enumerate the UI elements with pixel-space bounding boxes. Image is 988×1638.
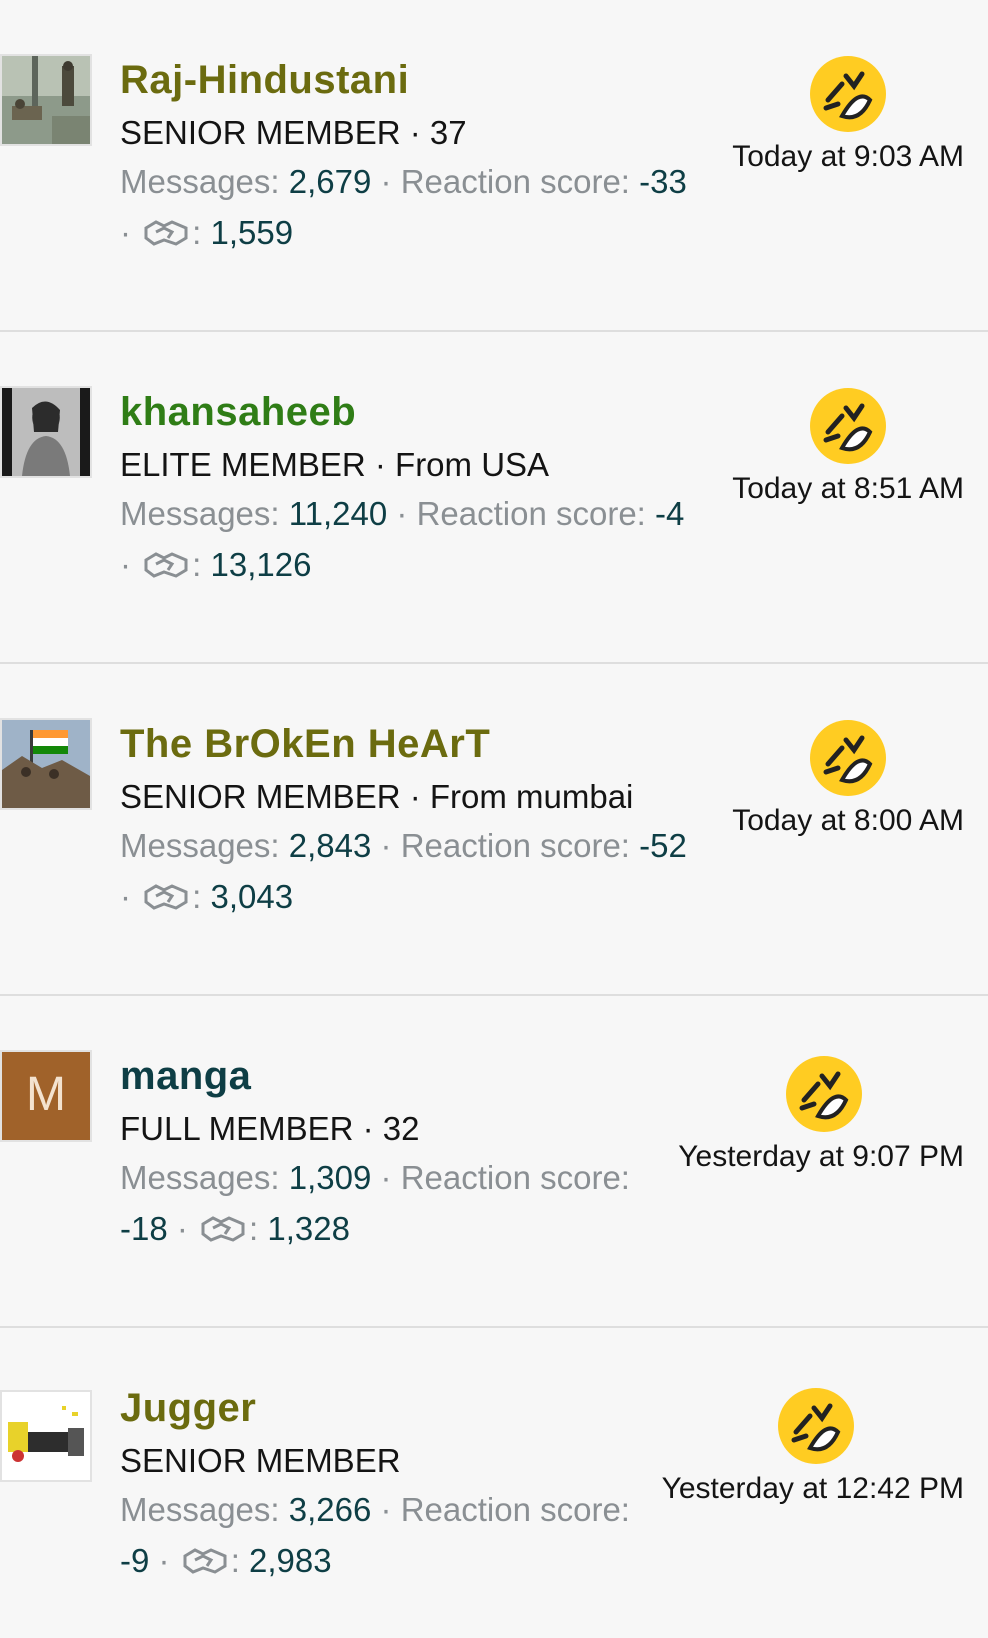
reaction-timestamp[interactable]: Today at 8:51 AM — [732, 472, 964, 506]
colon: : — [230, 1542, 240, 1579]
messages-count: 2,843 — [288, 827, 372, 864]
reaction-score-label: Reaction score: — [400, 827, 630, 864]
reaction-score-label: Reaction score: — [400, 1159, 630, 1196]
separator-dot: · — [380, 1159, 392, 1196]
avatar[interactable] — [0, 54, 92, 146]
username-link[interactable]: The BrOkEn HeArT — [120, 722, 490, 767]
reaction-timestamp[interactable]: Today at 9:03 AM — [732, 140, 964, 174]
user-stats: Messages: 11,240 · Reaction score: -4 · … — [120, 488, 720, 590]
avatar-image — [2, 56, 90, 144]
laughing-emoji-icon[interactable] — [776, 1386, 856, 1466]
separator-dot: · — [158, 1542, 170, 1579]
colon: : — [192, 878, 202, 915]
user-stats: Messages: 1,309 · Reaction score: -18 · … — [120, 1152, 660, 1254]
reaction-score-value: -18 — [120, 1210, 168, 1247]
messages-label: Messages: — [120, 495, 280, 532]
handshake-icon — [183, 1548, 227, 1574]
reaction-timestamp[interactable]: Yesterday at 12:42 PM — [662, 1472, 964, 1506]
handshake-score: 2,983 — [249, 1542, 332, 1579]
messages-count: 2,679 — [288, 163, 372, 200]
user-stats: Messages: 3,266 · Reaction score: -9 · :… — [120, 1484, 660, 1586]
handshake-icon — [201, 1216, 245, 1242]
colon: : — [192, 214, 202, 251]
avatar[interactable] — [0, 718, 92, 810]
reaction-score-label: Reaction score: — [400, 1491, 630, 1528]
avatar-image — [2, 1392, 90, 1480]
reaction-row: khansaheeb ELITE MEMBER · From USA Messa… — [0, 332, 988, 664]
reaction-row: Raj-Hindustani SENIOR MEMBER · 37 Messag… — [0, 0, 988, 332]
username-link[interactable]: Jugger — [120, 1386, 256, 1431]
laughing-emoji-icon[interactable] — [808, 386, 888, 466]
separator-dot: · — [120, 546, 131, 583]
separator-dot: · — [120, 878, 131, 915]
reaction-score-value: -52 — [639, 827, 687, 864]
handshake-icon — [144, 884, 188, 910]
handshake-score: 1,328 — [267, 1210, 350, 1247]
handshake-score: 1,559 — [210, 214, 294, 251]
avatar-image — [2, 720, 90, 808]
separator-dot: · — [396, 495, 408, 532]
avatar[interactable] — [0, 1390, 92, 1482]
colon: : — [192, 546, 202, 583]
reaction-score-value: -33 — [639, 163, 687, 200]
user-title: SENIOR MEMBER — [120, 1442, 401, 1479]
reaction-row: Jugger SENIOR MEMBER Messages: 3,266 · R… — [0, 1328, 988, 1638]
separator-dot: · — [176, 1210, 188, 1247]
laughing-emoji-icon[interactable] — [808, 718, 888, 798]
avatar[interactable] — [0, 386, 92, 478]
user-title: SENIOR MEMBER · From mumbai — [120, 778, 634, 815]
reaction-score-label: Reaction score: — [416, 495, 646, 532]
separator-dot: · — [380, 163, 392, 200]
user-title: SENIOR MEMBER · 37 — [120, 114, 467, 151]
handshake-icon — [144, 220, 188, 246]
laughing-emoji-icon[interactable] — [808, 54, 888, 134]
messages-count: 1,309 — [288, 1159, 372, 1196]
reaction-score-label: Reaction score: — [400, 163, 630, 200]
reaction-row: The BrOkEn HeArT SENIOR MEMBER · From mu… — [0, 664, 988, 996]
reaction-score-value: -4 — [655, 495, 685, 532]
user-title: ELITE MEMBER · From USA — [120, 446, 550, 483]
user-stats: Messages: 2,843 · Reaction score: -52 · … — [120, 820, 720, 922]
handshake-score: 13,126 — [210, 546, 312, 583]
username-link[interactable]: manga — [120, 1054, 251, 1099]
user-stats: Messages: 2,679 · Reaction score: -33 · … — [120, 156, 720, 258]
reaction-timestamp[interactable]: Today at 8:00 AM — [732, 804, 964, 838]
messages-count: 3,266 — [288, 1491, 372, 1528]
reaction-score-value: -9 — [120, 1542, 150, 1579]
username-link[interactable]: khansaheeb — [120, 390, 356, 435]
messages-label: Messages: — [120, 1159, 280, 1196]
colon: : — [249, 1210, 259, 1247]
avatar-image — [2, 388, 90, 476]
handshake-score: 3,043 — [210, 878, 294, 915]
handshake-icon — [144, 552, 188, 578]
reaction-timestamp[interactable]: Yesterday at 9:07 PM — [678, 1140, 964, 1174]
messages-label: Messages: — [120, 163, 280, 200]
avatar-letter[interactable]: M — [0, 1050, 92, 1142]
messages-label: Messages: — [120, 1491, 280, 1528]
separator-dot: · — [120, 214, 131, 251]
separator-dot: · — [380, 1491, 392, 1528]
messages-count: 11,240 — [288, 495, 388, 532]
separator-dot: · — [380, 827, 392, 864]
username-link[interactable]: Raj-Hindustani — [120, 58, 409, 103]
reaction-row: M manga FULL MEMBER · 32 Messages: 1,309… — [0, 996, 988, 1328]
user-title: FULL MEMBER · 32 — [120, 1110, 420, 1147]
laughing-emoji-icon[interactable] — [784, 1054, 864, 1134]
messages-label: Messages: — [120, 827, 280, 864]
